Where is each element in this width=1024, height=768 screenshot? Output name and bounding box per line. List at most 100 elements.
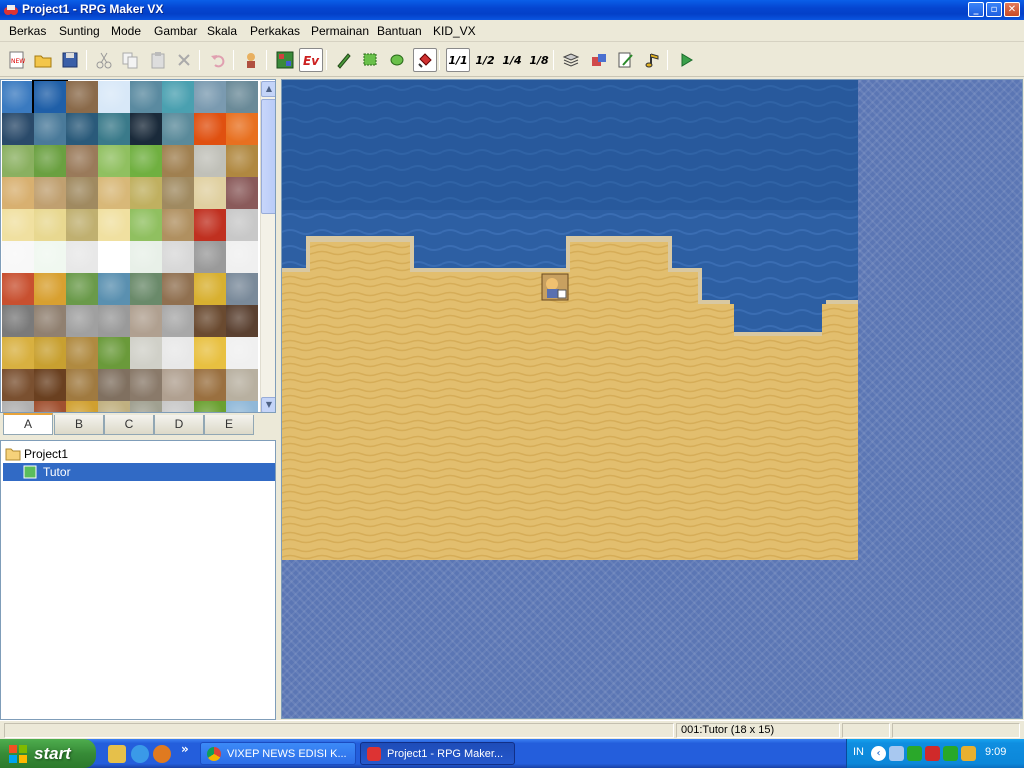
tile-swatch[interactable]	[194, 337, 226, 369]
tree-item-map[interactable]: Tutor	[3, 463, 275, 481]
tile-swatch[interactable]	[66, 209, 98, 241]
tile-swatch[interactable]	[130, 305, 162, 337]
scale-1-8-button[interactable]: 1/8	[527, 48, 551, 72]
tile-swatch[interactable]	[2, 145, 34, 177]
tile-swatch[interactable]	[2, 177, 34, 209]
tile-swatch[interactable]	[66, 145, 98, 177]
tab-b[interactable]: B	[54, 415, 104, 435]
event-layer-button[interactable]: Ev	[299, 48, 323, 72]
tile-swatch[interactable]	[34, 177, 66, 209]
menu-kid-vx[interactable]: KID_VX	[433, 24, 476, 38]
tile-swatch[interactable]	[2, 337, 34, 369]
tile-swatch[interactable]	[162, 177, 194, 209]
player-start-event[interactable]	[541, 273, 569, 301]
tile-swatch[interactable]	[226, 369, 258, 401]
tile-swatch[interactable]	[34, 337, 66, 369]
start-button[interactable]: start	[0, 739, 96, 768]
tile-swatch[interactable]	[226, 113, 258, 145]
quicklaunch-overflow-icon[interactable]: »	[181, 742, 189, 756]
open-button[interactable]	[31, 48, 55, 72]
tile-swatch[interactable]	[66, 81, 98, 113]
tile-swatch[interactable]	[2, 209, 34, 241]
tile-swatch[interactable]	[162, 401, 194, 412]
tile-swatch[interactable]	[130, 241, 162, 273]
pencil-button[interactable]	[332, 48, 356, 72]
tile-swatch[interactable]	[226, 337, 258, 369]
scroll-down-arrow-icon[interactable]: ▼	[261, 397, 275, 412]
tile-swatch[interactable]	[98, 209, 130, 241]
tile-swatch[interactable]	[130, 273, 162, 305]
menu-perkakas[interactable]: Perkakas	[250, 24, 300, 38]
tile-swatch[interactable]	[226, 145, 258, 177]
tile-swatch[interactable]	[226, 177, 258, 209]
cut-button[interactable]	[92, 48, 116, 72]
tile-swatch[interactable]	[162, 209, 194, 241]
database-button[interactable]	[559, 48, 583, 72]
tile-swatch[interactable]	[2, 305, 34, 337]
tile-swatch[interactable]	[130, 209, 162, 241]
tile-swatch[interactable]	[66, 241, 98, 273]
map-editor-canvas[interactable]	[281, 79, 1023, 719]
utility-icon[interactable]	[961, 746, 976, 761]
tile-grid[interactable]	[2, 80, 258, 412]
tile-swatch[interactable]	[162, 273, 194, 305]
language-indicator[interactable]: IN	[853, 746, 864, 758]
pdf-icon[interactable]	[925, 746, 940, 761]
tile-swatch[interactable]	[162, 305, 194, 337]
tile-swatch[interactable]	[66, 113, 98, 145]
tile-swatch[interactable]	[194, 305, 226, 337]
tile-swatch[interactable]	[34, 209, 66, 241]
tile-swatch[interactable]	[194, 81, 226, 113]
tile-swatch[interactable]	[98, 305, 130, 337]
copy-button[interactable]	[118, 48, 142, 72]
tile-swatch[interactable]	[34, 273, 66, 305]
menu-permainan[interactable]: Permainan	[311, 24, 369, 38]
tile-swatch[interactable]	[98, 401, 130, 412]
menu-mode[interactable]: Mode	[111, 24, 141, 38]
sound-test-button[interactable]	[641, 48, 665, 72]
tile-swatch[interactable]	[2, 241, 34, 273]
menu-skala[interactable]: Skala	[207, 24, 237, 38]
rectangle-button[interactable]	[359, 48, 383, 72]
tile-swatch[interactable]	[130, 337, 162, 369]
tile-swatch[interactable]	[194, 401, 226, 412]
tile-swatch[interactable]	[226, 241, 258, 273]
tile-swatch[interactable]	[162, 145, 194, 177]
delete-button[interactable]	[172, 48, 196, 72]
tile-swatch[interactable]	[194, 113, 226, 145]
task-rpg-maker[interactable]: Project1 - RPG Maker...	[360, 742, 515, 765]
tile-swatch[interactable]	[2, 273, 34, 305]
tile-swatch[interactable]	[226, 81, 258, 113]
tile-swatch[interactable]	[34, 241, 66, 273]
tile-swatch[interactable]	[130, 401, 162, 412]
firefox-icon[interactable]	[153, 745, 171, 763]
menu-gambar[interactable]: Gambar	[154, 24, 197, 38]
tile-swatch[interactable]	[226, 209, 258, 241]
tab-d[interactable]: D	[154, 415, 204, 435]
tile-swatch[interactable]	[194, 369, 226, 401]
tile-swatch[interactable]	[130, 177, 162, 209]
title-bar[interactable]: Project1 - RPG Maker VX _ ▫ ✕	[0, 0, 1024, 20]
tile-swatch[interactable]	[98, 145, 130, 177]
messenger-icon[interactable]	[943, 746, 958, 761]
tile-swatch[interactable]	[130, 369, 162, 401]
tile-swatch[interactable]	[34, 145, 66, 177]
tile-swatch[interactable]	[66, 369, 98, 401]
menu-sunting[interactable]: Sunting	[59, 24, 100, 38]
tile-swatch[interactable]	[2, 113, 34, 145]
chevron-left-icon[interactable]: ‹	[871, 746, 886, 761]
ellipse-button[interactable]	[386, 48, 410, 72]
menu-berkas[interactable]: Berkas	[9, 24, 46, 38]
tile-swatch[interactable]	[98, 369, 130, 401]
tile-swatch[interactable]	[194, 273, 226, 305]
tile-swatch[interactable]	[34, 369, 66, 401]
tile-swatch[interactable]	[66, 337, 98, 369]
tile-swatch[interactable]	[98, 337, 130, 369]
new-button[interactable]: NEW	[5, 48, 29, 72]
tile-swatch[interactable]	[98, 241, 130, 273]
tile-swatch[interactable]	[66, 177, 98, 209]
script-editor-button[interactable]	[614, 48, 638, 72]
scale-1-1-button[interactable]: 1/1	[446, 48, 470, 72]
save-button[interactable]	[58, 48, 82, 72]
tile-swatch[interactable]	[34, 401, 66, 412]
